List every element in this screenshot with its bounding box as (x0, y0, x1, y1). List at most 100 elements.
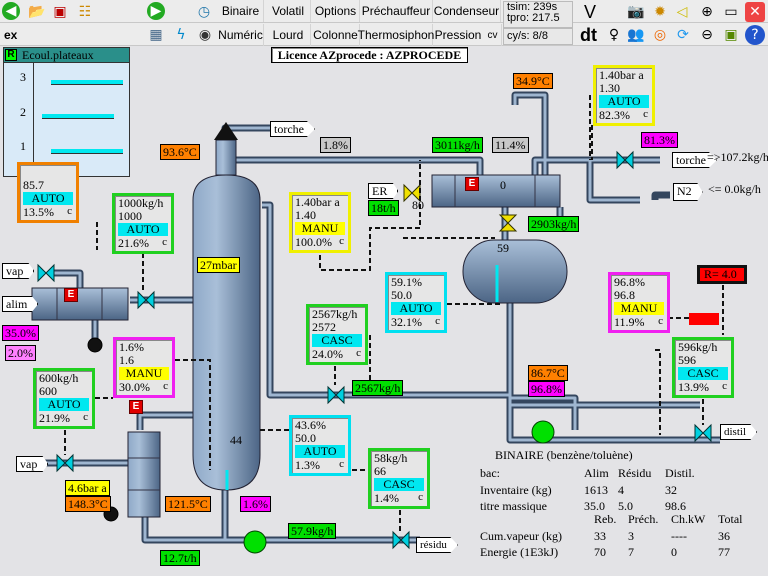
reflux-pump-icon[interactable] (531, 420, 555, 444)
controller-mode-button[interactable]: MANU (119, 367, 169, 380)
controller-output[interactable]: 13.9% (678, 381, 728, 394)
pid-controller[interactable]: 96.8% 96.8 MANU 11.9% c (608, 272, 670, 333)
indicator: 3011kg/h (432, 137, 483, 153)
controller-output[interactable]: 32.1% (391, 316, 441, 329)
reflux-drum (462, 239, 568, 304)
pid-controller[interactable]: 59.1% 50.0 AUTO 32.1% c (385, 272, 447, 333)
controller-setpoint[interactable]: 96.8 (614, 288, 664, 302)
pid-controller[interactable]: 2567kg/h 2572 CASC 24.0% c (306, 304, 368, 365)
tray-label: 2 (20, 105, 26, 119)
controller-setpoint[interactable]: 600 (39, 384, 89, 398)
controller-output[interactable]: 13.5% (23, 206, 73, 219)
pid-controller[interactable]: 596kg/h 596 CASC 13.9% c (672, 337, 734, 398)
cell: Total (718, 512, 743, 526)
indicator: 148.3°C (65, 496, 111, 512)
tray-flow-panel[interactable]: R Ecoul.plateaux 3 2 1 (3, 47, 130, 177)
controller-output[interactable]: 21.6% (118, 237, 168, 250)
pid-controller[interactable]: 43.6% 50.0 AUTO 1.3% c (289, 415, 351, 476)
tag-er: ER (368, 183, 399, 199)
controller-pv: 600kg/h (39, 371, 79, 385)
energy-table: Reb. Préch. Ch.kW Total Cum.vapeur (kg) 33 3-… (478, 510, 745, 562)
controller-output[interactable]: 1.4% (374, 492, 424, 505)
indicator: 96.8% (528, 381, 565, 397)
pid-controller[interactable]: 600kg/h 600 AUTO 21.9% c (33, 368, 95, 429)
condenser-level: 0 (500, 178, 506, 192)
reboiler (127, 431, 161, 518)
preheater (31, 287, 129, 321)
controller-setpoint[interactable]: 1.30 (599, 81, 649, 95)
steam-trap-icon (87, 337, 103, 353)
pid-controller[interactable]: 58kg/h 66 CASC 1.4% c (368, 448, 430, 509)
controller-mode-button[interactable]: MANU (614, 302, 664, 315)
controller-pv: 1.40bar a (295, 195, 340, 209)
controller-output[interactable]: 11.9% (614, 316, 664, 329)
controller-output[interactable]: 21.9% (39, 412, 89, 425)
controller-setpoint[interactable]: 2572 (312, 320, 362, 334)
cell: bac: (480, 466, 500, 480)
pid-controller[interactable]: 1.40bar a 1.30 AUTO 82.3% c (593, 65, 655, 126)
controller-mode-button[interactable]: AUTO (118, 223, 168, 236)
controller-output[interactable]: 1.3% (295, 459, 345, 472)
ratio-block (689, 313, 719, 325)
e-button[interactable]: E (129, 400, 143, 414)
condenser (431, 174, 561, 208)
controller-setpoint[interactable]: 85.7 (23, 178, 73, 192)
e-button[interactable]: E (465, 177, 479, 191)
pid-controller[interactable]: 1.6% 1.6 MANU 30.0% c (113, 337, 175, 398)
controller-output[interactable]: 82.3% (599, 109, 649, 122)
pid-controller[interactable]: 85.7 AUTO 13.5% c (17, 162, 79, 223)
controller-mode-button[interactable]: MANU (295, 222, 345, 235)
controller-mode-button[interactable]: CASC (312, 334, 362, 347)
controller-pv: 1000kg/h (118, 196, 164, 210)
indicator: 121.5°C (165, 496, 211, 512)
pid-controller[interactable]: 1000kg/h 1000 AUTO 21.6% c (112, 193, 174, 254)
cell: 0 (671, 545, 677, 559)
bottoms-pump-icon[interactable] (243, 530, 267, 554)
cell: ---- (671, 528, 687, 543)
controller-setpoint[interactable]: 50.0 (295, 431, 345, 445)
controller-setpoint[interactable]: 596 (678, 353, 728, 367)
controller-output[interactable]: 24.0% (312, 348, 362, 361)
summary-title: BINAIRE (benzène/toluène) (495, 448, 633, 462)
panel-badge[interactable]: R (5, 49, 17, 61)
controller-pv: 43.6% (295, 418, 326, 432)
controller-pv: 58kg/h (374, 451, 408, 465)
pid-controller[interactable]: 1.40bar a 1.40 MANU 100.0% c (289, 192, 351, 253)
controller-pv (23, 166, 73, 179)
controller-setpoint[interactable]: 50.0 (391, 288, 441, 302)
controller-c-label: c (435, 314, 440, 327)
controller-c-label: c (83, 410, 88, 423)
er-valve-opening: 80 (412, 198, 424, 212)
controller-mode-button[interactable]: AUTO (599, 95, 649, 108)
controller-mode-button[interactable]: CASC (374, 478, 424, 491)
controller-setpoint[interactable]: 1.40 (295, 208, 345, 222)
indicator: 2903kg/h (528, 216, 580, 232)
indicator: 1.6% (240, 496, 271, 512)
cell: Ch.kW (671, 512, 706, 526)
cell: 3 (628, 528, 634, 543)
controller-mode-button[interactable]: AUTO (391, 302, 441, 315)
controller-mode-button[interactable]: AUTO (39, 398, 89, 411)
tag-distil: distil (720, 424, 758, 440)
controller-output[interactable]: 100.0% (295, 236, 345, 249)
indicator: 93.6°C (160, 144, 200, 160)
controller-setpoint[interactable]: 1.6 (119, 353, 169, 367)
cell: 32 (665, 482, 677, 497)
controller-mode-button[interactable]: AUTO (23, 192, 73, 205)
controller-output[interactable]: 30.0% (119, 381, 169, 394)
cell: Inventaire (kg) (480, 482, 552, 497)
controller-mode-button[interactable]: AUTO (295, 445, 345, 458)
controller-mode-button[interactable]: CASC (678, 367, 728, 380)
column-trays: 44 (230, 433, 242, 447)
tag-vap: vap (16, 456, 49, 472)
controller-setpoint[interactable]: 66 (374, 464, 424, 478)
controller-pv: 1.40bar a (599, 68, 644, 82)
cell: Distil. (665, 466, 695, 480)
panel-title: Ecoul.plateaux (22, 48, 94, 62)
indicator: 12.7t/h (160, 550, 200, 566)
cell: 77 (718, 545, 730, 559)
controller-c-label: c (643, 107, 648, 120)
e-button[interactable]: E (64, 288, 78, 302)
cell: 1613 (584, 482, 608, 497)
controller-setpoint[interactable]: 1000 (118, 209, 168, 223)
